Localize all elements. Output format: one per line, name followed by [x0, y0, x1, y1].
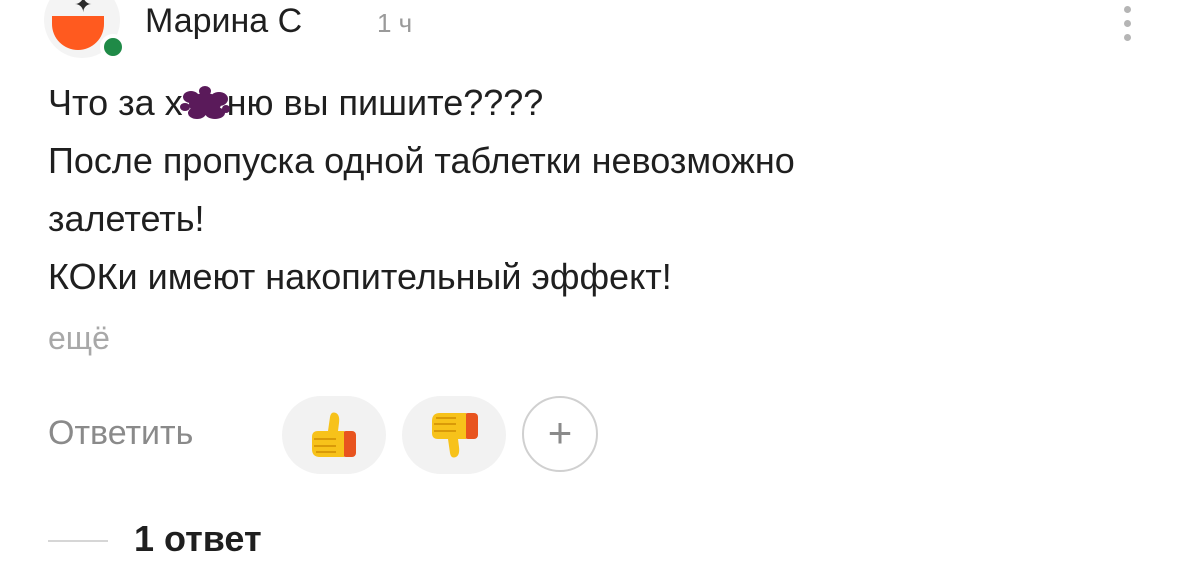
reply-button[interactable]: Ответить — [48, 414, 193, 453]
avatar-shape — [52, 16, 104, 50]
comment-body: Что за х ню вы пишите???? После пропуска … — [48, 74, 1148, 306]
comment-line-4: КОКи имеют накопительный эффект! — [48, 256, 672, 297]
comment-line-3: залететь! — [48, 198, 205, 239]
plus-icon: + — [547, 409, 573, 456]
more-options-icon[interactable] — [1116, 2, 1140, 46]
author-name[interactable]: Марина С — [145, 2, 302, 41]
replies-toggle[interactable]: 1 ответ — [134, 518, 262, 560]
censor-scribble — [179, 86, 230, 119]
comment-timestamp: 1 ч — [377, 8, 413, 38]
add-reaction-button[interactable]: + — [522, 396, 598, 472]
dislike-button[interactable] — [402, 396, 506, 474]
thumbs-up-icon — [312, 412, 356, 457]
author-avatar[interactable]: ✦ — [44, 0, 126, 60]
thumbs-down-icon — [432, 413, 478, 458]
comment-line-2: После пропуска одной таблетки невозможно — [48, 140, 795, 181]
replies-divider — [48, 540, 108, 542]
sparkle-icon: ✦ — [74, 0, 93, 17]
comment-text-part: ню вы пишите???? — [226, 82, 544, 123]
like-button[interactable] — [282, 396, 386, 474]
show-more-link[interactable]: ещё — [48, 320, 110, 357]
online-status-dot — [100, 34, 126, 60]
comment-line-1: Что за х ню вы пишите???? — [48, 74, 1148, 132]
comment-text-part: Что за х — [48, 82, 183, 123]
